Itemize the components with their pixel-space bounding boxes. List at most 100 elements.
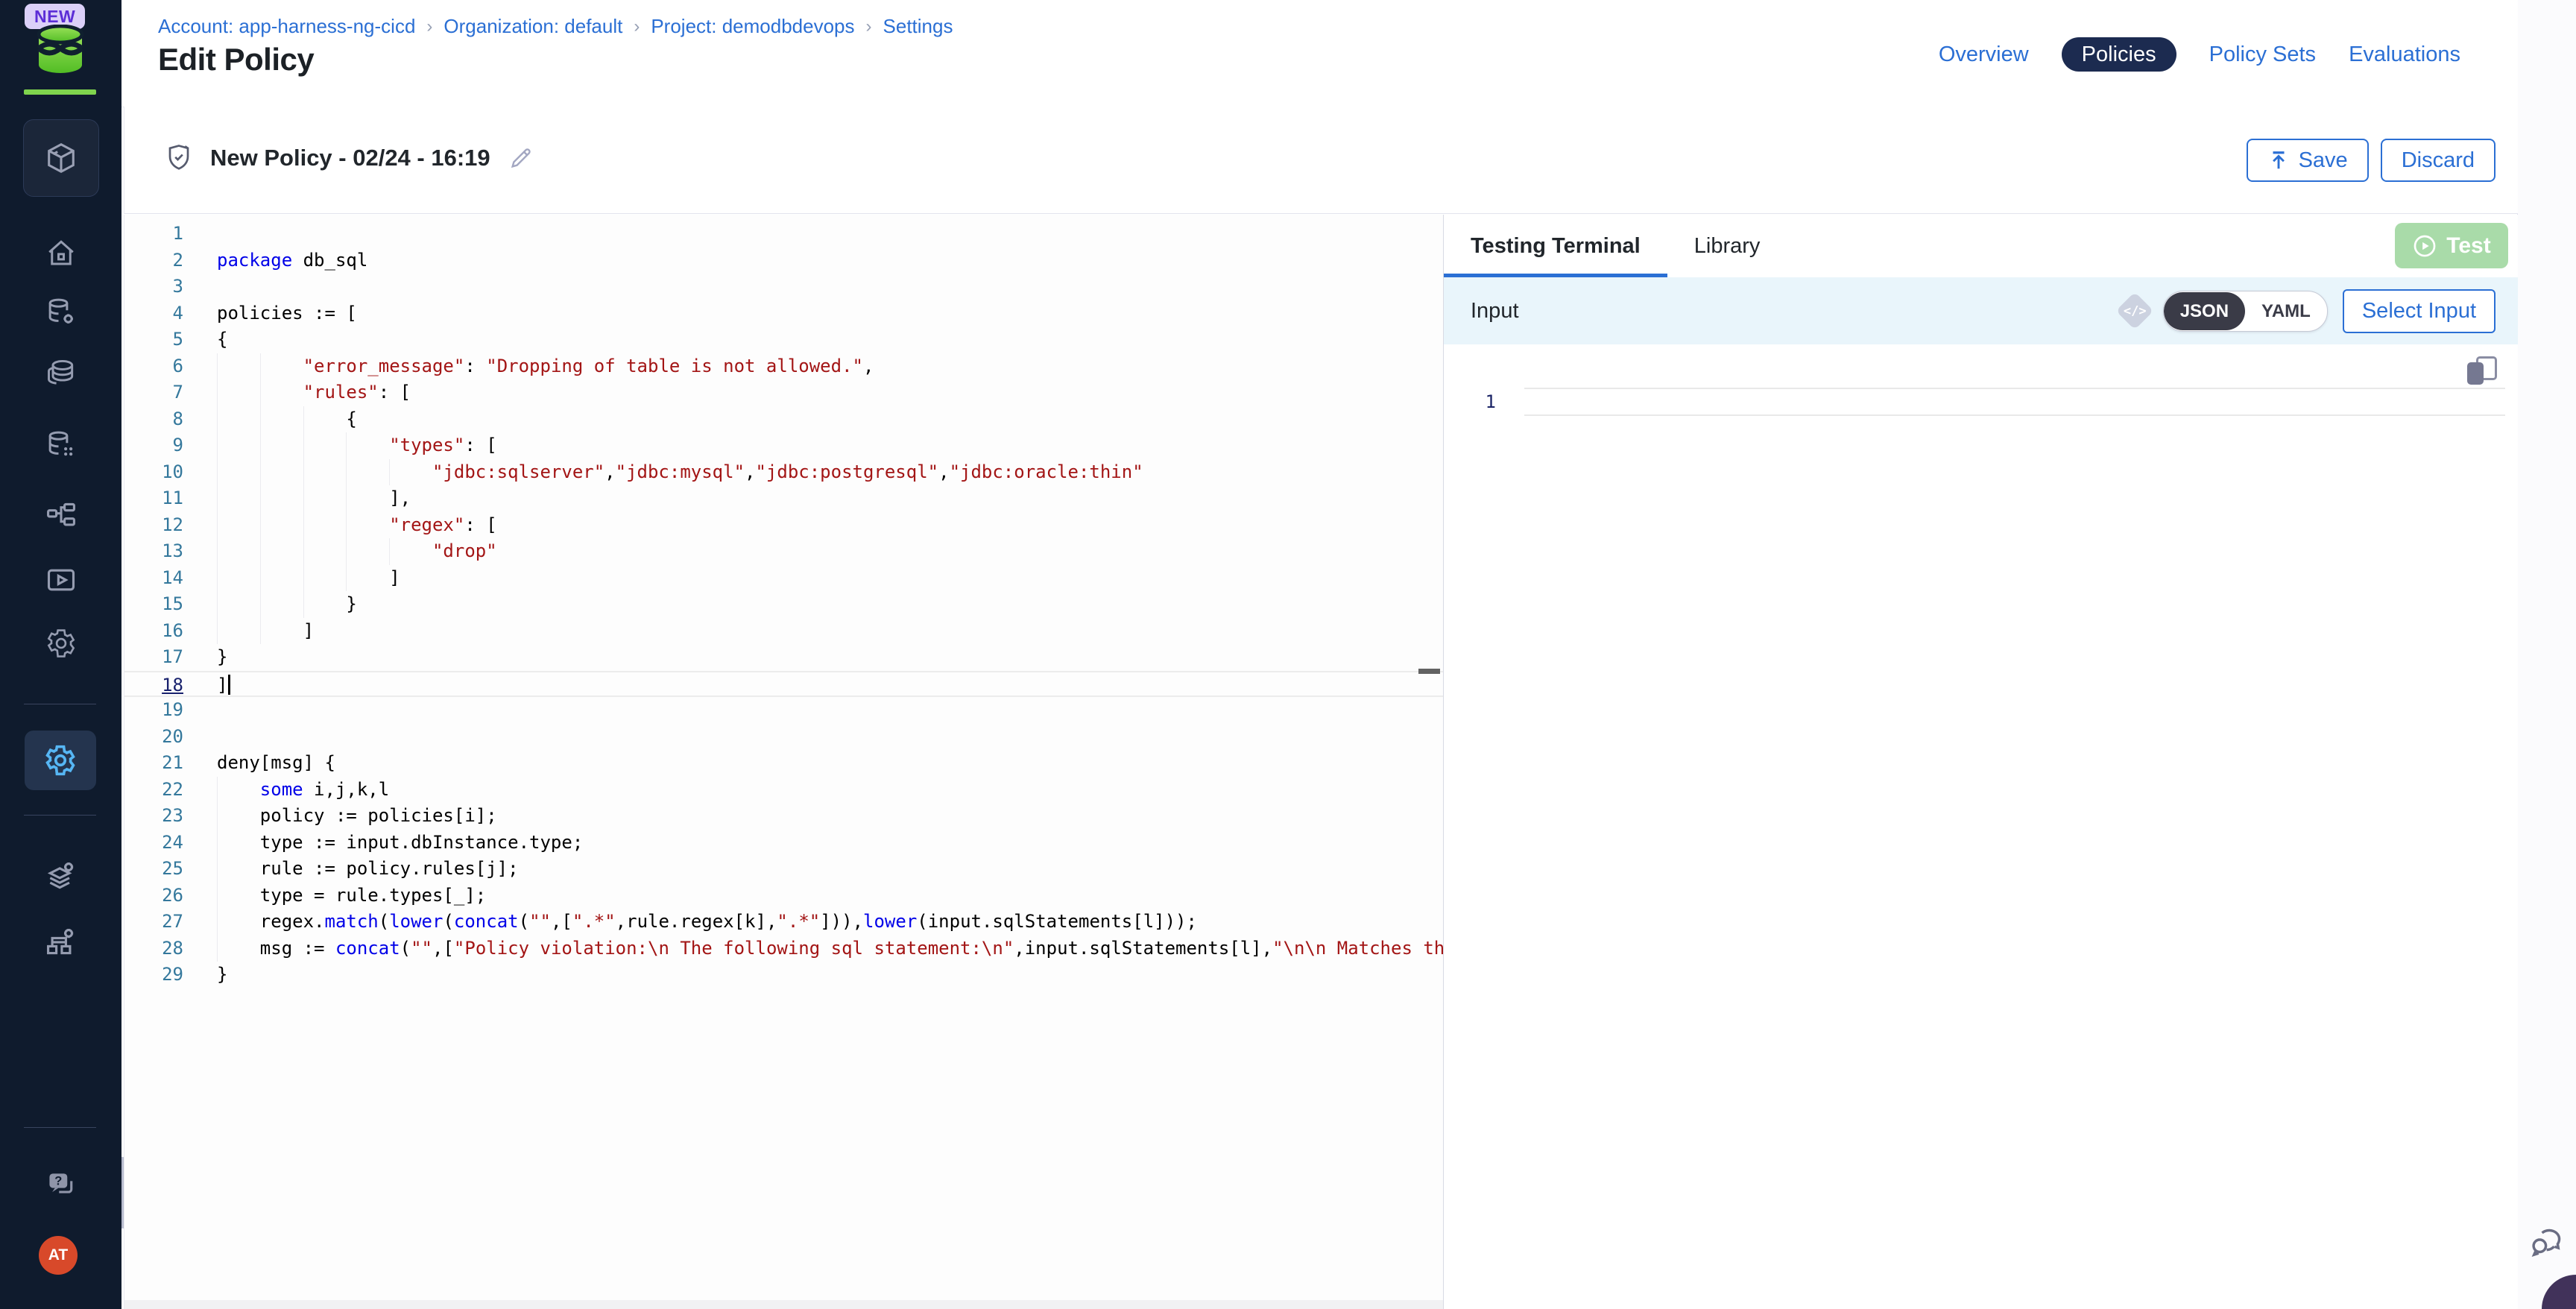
code-line[interactable]: 27 regex.match(lower(concat("",[".*",rul… (124, 909, 1443, 936)
input-editor[interactable]: 1 (1444, 344, 2518, 1309)
tab-testing-terminal[interactable]: Testing Terminal (1444, 215, 1667, 277)
editor-horizontal-scrollbar[interactable] (124, 1300, 1443, 1309)
code-line[interactable]: 29} (124, 962, 1443, 988)
code-line[interactable]: 18] (124, 671, 1443, 698)
select-input-button[interactable]: Select Input (2343, 289, 2496, 333)
edit-pencil-icon[interactable] (508, 145, 534, 171)
code-line[interactable]: 9 "types": [ (124, 432, 1443, 459)
panel-tabs: Testing Terminal Library (1444, 215, 2518, 277)
code-line[interactable]: 6 "error_message": "Dropping of table is… (124, 353, 1443, 380)
copy-icon[interactable] (2467, 356, 2497, 386)
code-line[interactable]: 24 type := input.dbInstance.type; (124, 830, 1443, 857)
upload-icon (2267, 149, 2290, 171)
breadcrumb-separator: › (866, 16, 872, 37)
gear-active-icon (44, 744, 77, 777)
input-label: Input (1471, 299, 1519, 324)
module-cube-icon (44, 141, 78, 175)
user-avatar[interactable]: AT (39, 1236, 78, 1275)
code-line[interactable]: 17} (124, 644, 1443, 671)
sidebar-divider (24, 815, 96, 816)
testing-panel: Testing Terminal Library Test Input </> … (1444, 215, 2518, 1309)
tab-evaluations[interactable]: Evaluations (2349, 42, 2460, 67)
code-line[interactable]: 4policies := [ (124, 300, 1443, 327)
code-line[interactable]: 11 ], (124, 485, 1443, 512)
input-line-box[interactable] (1524, 388, 2505, 416)
logo-underline (24, 89, 96, 95)
tab-overview[interactable]: Overview (1939, 42, 2029, 67)
sidebar-item-database-stack[interactable] (45, 356, 78, 389)
policy-toolbar: New Policy - 02/24 - 16:19 Save Discard (124, 107, 2518, 214)
code-line[interactable]: 2package db_sql (124, 247, 1443, 274)
code-line[interactable]: 8 { (124, 406, 1443, 433)
page-header: Account: app-harness-ng-cicd › Organizati… (121, 0, 2518, 107)
top-tabs: Overview Policies Policy Sets Evaluation… (1939, 37, 2460, 72)
cursor-overview-marker (1418, 669, 1440, 674)
tab-policy-sets[interactable]: Policy Sets (2209, 42, 2316, 67)
org-structure-gear-icon (45, 925, 78, 958)
breadcrumb-organization[interactable]: Organization: default (443, 15, 622, 38)
db-devops-logo-icon[interactable] (33, 25, 88, 75)
save-button[interactable]: Save (2247, 139, 2369, 182)
tab-policies-active[interactable]: Policies (2062, 37, 2176, 72)
right-rail (2517, 0, 2576, 1309)
code-line[interactable]: 5{ (124, 327, 1443, 353)
sidebar-item-executions[interactable] (45, 564, 78, 596)
test-button[interactable]: Test (2395, 223, 2508, 268)
code-line[interactable]: 20 (124, 724, 1443, 751)
sidebar-item-layers-settings[interactable] (45, 859, 78, 892)
code-line[interactable]: 12 "regex": [ (124, 512, 1443, 539)
sidebar-item-org-settings[interactable] (45, 925, 78, 958)
code-format-icon[interactable]: </> (2115, 292, 2153, 330)
chat-bubbles-icon (2527, 1224, 2566, 1263)
edit-policy-page: NEW (0, 0, 2576, 1309)
code-line[interactable]: 15 } (124, 591, 1443, 618)
database-gear-icon (45, 296, 77, 327)
gear-icon (45, 628, 77, 659)
sidebar-item-home[interactable] (45, 237, 78, 270)
code-line[interactable]: 19 (124, 697, 1443, 724)
input-current-line[interactable]: 1 (1444, 388, 2505, 416)
coins-stack-icon (45, 356, 78, 389)
policy-code-editor[interactable]: 12package db_sql34policies := [5{6 "erro… (124, 215, 1443, 1309)
code-lines: 12package db_sql34policies := [5{6 "erro… (124, 221, 1443, 988)
tab-library[interactable]: Library (1667, 215, 1787, 277)
sidebar-item-project-settings-active[interactable] (25, 731, 96, 790)
database-dots-icon (45, 429, 77, 460)
code-line[interactable]: 7 "rules": [ (124, 379, 1443, 406)
code-line[interactable]: 13 "drop" (124, 538, 1443, 565)
breadcrumb-separator: › (426, 16, 432, 37)
breadcrumb: Account: app-harness-ng-cicd › Organizati… (158, 15, 953, 38)
breadcrumb-settings[interactable]: Settings (883, 15, 953, 38)
sidebar: NEW (0, 0, 121, 1309)
sidebar-module-tile[interactable] (23, 119, 99, 197)
code-line[interactable]: 14 ] (124, 565, 1443, 592)
sidebar-item-help[interactable]: ? (45, 1168, 78, 1201)
code-line[interactable]: 16 ] (124, 618, 1443, 645)
code-line[interactable]: 22 some i,j,k,l (124, 777, 1443, 804)
toggle-yaml[interactable]: YAML (2245, 292, 2327, 330)
sidebar-item-settings[interactable] (45, 627, 78, 660)
discard-button[interactable]: Discard (2381, 139, 2496, 182)
code-line[interactable]: 21deny[msg] { (124, 750, 1443, 777)
support-chat-button[interactable] (2527, 1224, 2566, 1263)
sidebar-item-database-query[interactable] (45, 428, 78, 461)
toggle-json[interactable]: JSON (2164, 292, 2245, 330)
sidebar-item-database-settings[interactable] (45, 295, 78, 328)
svg-text:?: ? (54, 1175, 62, 1188)
code-line[interactable]: 3 (124, 274, 1443, 300)
sidebar-item-pipelines[interactable] (45, 499, 78, 532)
code-line[interactable]: 26 type = rule.types[_]; (124, 883, 1443, 909)
play-rectangle-icon (45, 564, 78, 596)
code-line[interactable]: 28 msg := concat("",["Policy violation:\… (124, 936, 1443, 962)
help-chat-icon: ? (45, 1167, 78, 1202)
code-line[interactable]: 23 policy := policies[i]; (124, 803, 1443, 830)
breadcrumb-separator: › (634, 16, 640, 37)
shield-check-icon (165, 142, 192, 174)
sidebar-divider (24, 1127, 96, 1128)
code-line[interactable]: 1 (124, 221, 1443, 247)
breadcrumb-project[interactable]: Project: demodbdevops (651, 15, 854, 38)
breadcrumb-account[interactable]: Account: app-harness-ng-cicd (158, 15, 415, 38)
code-line[interactable]: 10 "jdbc:sqlserver","jdbc:mysql","jdbc:p… (124, 459, 1443, 486)
input-line-number: 1 (1444, 391, 1496, 412)
code-line[interactable]: 25 rule := policy.rules[j]; (124, 856, 1443, 883)
